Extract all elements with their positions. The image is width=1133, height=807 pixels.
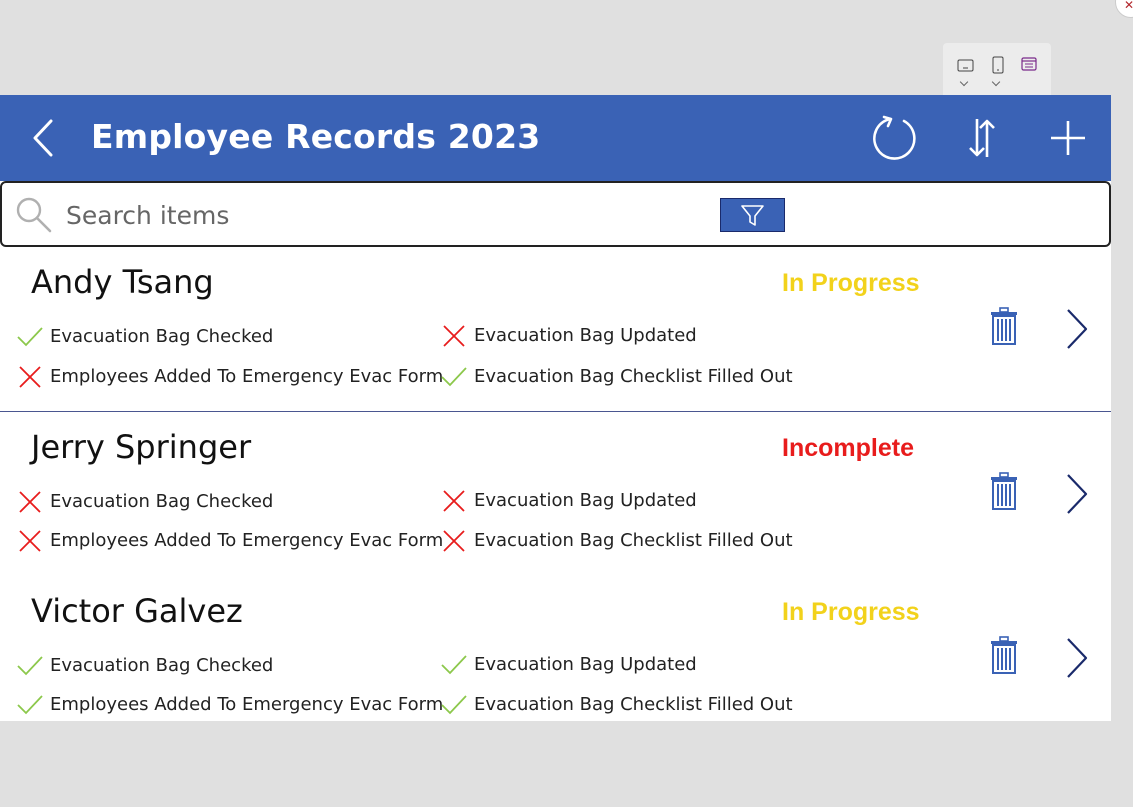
app-canvas: Employee Records 2023 Search items Andy …	[0, 95, 1111, 721]
checklist-label: Employees Added To Emergency Evac Form	[50, 366, 444, 387]
browser-icon	[1021, 57, 1037, 71]
checkmark-icon	[17, 327, 43, 347]
back-button[interactable]	[20, 113, 70, 163]
filter-icon	[741, 205, 764, 226]
checklist-item: Evacuation Bag Updated	[440, 322, 860, 352]
checklist-item: Evacuation Bag Checked	[16, 323, 436, 353]
checkmark-icon	[441, 655, 467, 675]
record-item[interactable]: Jerry Springer Incomplete Evacuation Bag…	[0, 412, 1111, 577]
trash-icon[interactable]	[988, 472, 1020, 512]
employee-name: Andy Tsang	[31, 263, 214, 301]
chevron-right-icon[interactable]	[1060, 472, 1090, 516]
add-button[interactable]	[1043, 113, 1093, 163]
checklist-label: Evacuation Bag Checklist Filled Out	[474, 530, 793, 551]
device-preview-toolbar	[943, 43, 1051, 95]
checkmark-icon	[17, 656, 43, 676]
status-label: In Progress	[782, 598, 920, 626]
checkmark-icon	[17, 695, 43, 715]
checklist-item: Evacuation Bag Updated	[440, 651, 860, 681]
cross-icon	[19, 530, 41, 552]
page-title: Employee Records 2023	[91, 117, 541, 156]
checklist-item: Employees Added To Emergency Evac Form	[16, 363, 443, 393]
checkmark-icon	[441, 367, 467, 387]
checklist-label: Evacuation Bag Checklist Filled Out	[474, 694, 793, 715]
refresh-icon	[873, 115, 916, 160]
checklist-label: Evacuation Bag Updated	[474, 490, 697, 511]
checklist-item: Evacuation Bag Checklist Filled Out	[440, 363, 860, 393]
filter-button[interactable]	[720, 198, 785, 232]
checklist-label: Evacuation Bag Checked	[50, 655, 274, 676]
search-bar	[0, 181, 1111, 247]
checklist-label: Employees Added To Emergency Evac Form	[50, 694, 444, 715]
record-item[interactable]: Victor Galvez In Progress Evacuation Bag…	[0, 576, 1111, 721]
chevron-down-icon	[959, 77, 969, 87]
chevron-right-icon[interactable]	[1060, 636, 1090, 680]
cross-icon	[443, 325, 465, 347]
web-view-button[interactable]	[1015, 53, 1045, 89]
tablet-view-button[interactable]	[951, 53, 981, 89]
chevron-right-icon[interactable]	[1060, 307, 1090, 351]
employee-name: Jerry Springer	[31, 428, 252, 466]
checklist-label: Employees Added To Emergency Evac Form	[50, 530, 444, 551]
checklist-item: Employees Added To Emergency Evac Form	[16, 527, 443, 557]
checklist-label: Evacuation Bag Checked	[50, 326, 274, 347]
checklist-label: Evacuation Bag Checklist Filled Out	[474, 366, 793, 387]
sort-icon	[969, 119, 995, 157]
refresh-button[interactable]	[870, 113, 920, 163]
close-button[interactable]: ✕	[1115, 0, 1133, 18]
cross-icon	[443, 530, 465, 552]
employee-name: Victor Galvez	[31, 592, 243, 630]
checklist-label: Evacuation Bag Checked	[50, 491, 274, 512]
cross-icon	[443, 490, 465, 512]
checklist-item: Evacuation Bag Checklist Filled Out	[440, 527, 860, 557]
search-icon	[16, 197, 52, 233]
checklist-item: Employees Added To Emergency Evac Form	[16, 691, 443, 721]
checklist-label: Evacuation Bag Updated	[474, 325, 697, 346]
tablet-icon	[957, 59, 974, 72]
record-item[interactable]: Andy Tsang In Progress Evacuation Bag Ch…	[0, 247, 1111, 412]
close-icon: ✕	[1124, 0, 1133, 12]
phone-icon	[992, 56, 1004, 74]
trash-icon[interactable]	[988, 636, 1020, 676]
checklist-item: Evacuation Bag Checklist Filled Out	[440, 691, 860, 721]
checklist-item: Evacuation Bag Checked	[16, 488, 436, 518]
add-icon	[1051, 121, 1085, 155]
back-arrow-icon	[33, 119, 53, 157]
checkmark-icon	[441, 695, 467, 715]
chevron-down-icon	[991, 77, 1001, 87]
checklist-label: Evacuation Bag Updated	[474, 654, 697, 675]
status-label: In Progress	[782, 269, 920, 297]
header-bar: Employee Records 2023	[0, 95, 1111, 181]
checklist-item: Evacuation Bag Checked	[16, 652, 436, 682]
search-input[interactable]	[66, 197, 666, 233]
cross-icon	[19, 491, 41, 513]
trash-icon[interactable]	[988, 307, 1020, 347]
sort-button[interactable]	[957, 113, 1007, 163]
checklist-item: Evacuation Bag Updated	[440, 487, 860, 517]
cross-icon	[19, 366, 41, 388]
status-label: Incomplete	[782, 434, 914, 462]
phone-view-button[interactable]	[983, 53, 1013, 89]
